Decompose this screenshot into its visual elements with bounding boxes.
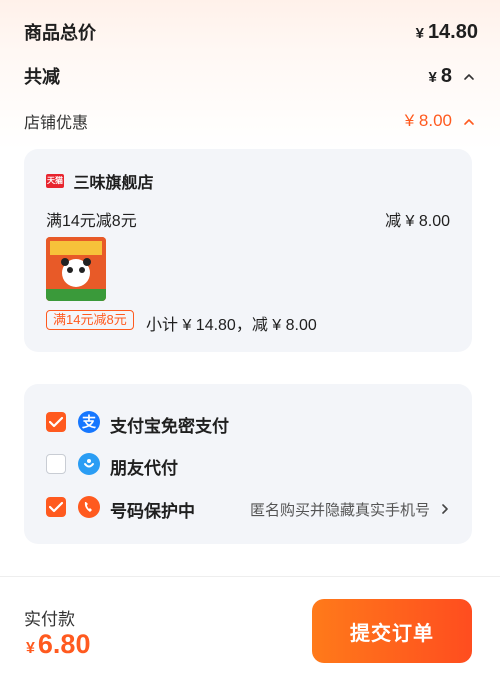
total-price-value: ¥14.80 [415,20,478,43]
store-name[interactable]: 三味旗舰店 [73,175,153,192]
product-thumbnail[interactable] [46,237,106,301]
chevron-up-icon[interactable] [462,115,476,129]
payment-card: 支 支付宝免密支付 朋友代付 号码保护中 匿名购买并隐藏真实手机号 [24,384,472,544]
store-discount-label: 店铺优惠 [24,115,89,132]
chevron-right-icon[interactable] [440,502,450,516]
checkmark-icon [49,416,63,428]
submit-order-button[interactable]: 提交订单 [312,599,472,663]
store-discount-row[interactable]: 店铺优惠 ¥ 8.00 [24,108,452,134]
total-price-label: 商品总价 [24,23,96,43]
promo-tag-row: 满14元减8元 [46,310,134,330]
friend-pay-icon [78,453,100,475]
pay-amount-label: 实付款 [24,610,75,629]
discount-value: ¥8 [428,64,452,87]
promo-amount: 减 ¥ 8.00 [385,213,450,230]
chevron-up-icon[interactable] [462,70,476,84]
alipay-checkbox[interactable] [46,412,66,432]
discount-label: 共减 [24,67,60,87]
promo-tag: 满14元减8元 [46,310,134,330]
alipay-label: 支付宝免密支付 [110,417,229,436]
subtotal-text: 小计 ¥ 14.80，减 ¥ 8.00 [146,317,317,334]
phone-protect-note[interactable]: 匿名购买并隐藏真实手机号 [250,499,430,520]
friend-pay-checkbox[interactable] [46,454,66,474]
phone-protect-icon [78,496,100,518]
tmall-logo-icon: 天猫 [46,174,64,188]
store-discount-value: ¥ 8.00 [404,111,452,130]
checkout-footer: 实付款 ¥6.80 提交订单 [0,576,500,680]
phone-protect-label: 号码保护中 [110,502,195,521]
store-header: 天猫 三味旗舰店 [46,169,153,193]
discount-row[interactable]: 共减 ¥8 [24,62,452,90]
checkmark-icon [49,501,63,513]
store-card: 天猫 三味旗舰店 满14元减8元 减 ¥ 8.00 满14元减8元 小计 ¥ 1… [24,149,472,352]
promo-title: 满14元减8元 [46,213,137,230]
friend-pay-label: 朋友代付 [110,459,178,478]
alipay-icon: 支 [78,411,100,433]
phone-protect-checkbox[interactable] [46,497,66,517]
product-image-icon [46,237,106,301]
pay-amount-value: ¥6.80 [26,629,91,659]
total-price-row: 商品总价 ¥14.80 [24,18,478,46]
